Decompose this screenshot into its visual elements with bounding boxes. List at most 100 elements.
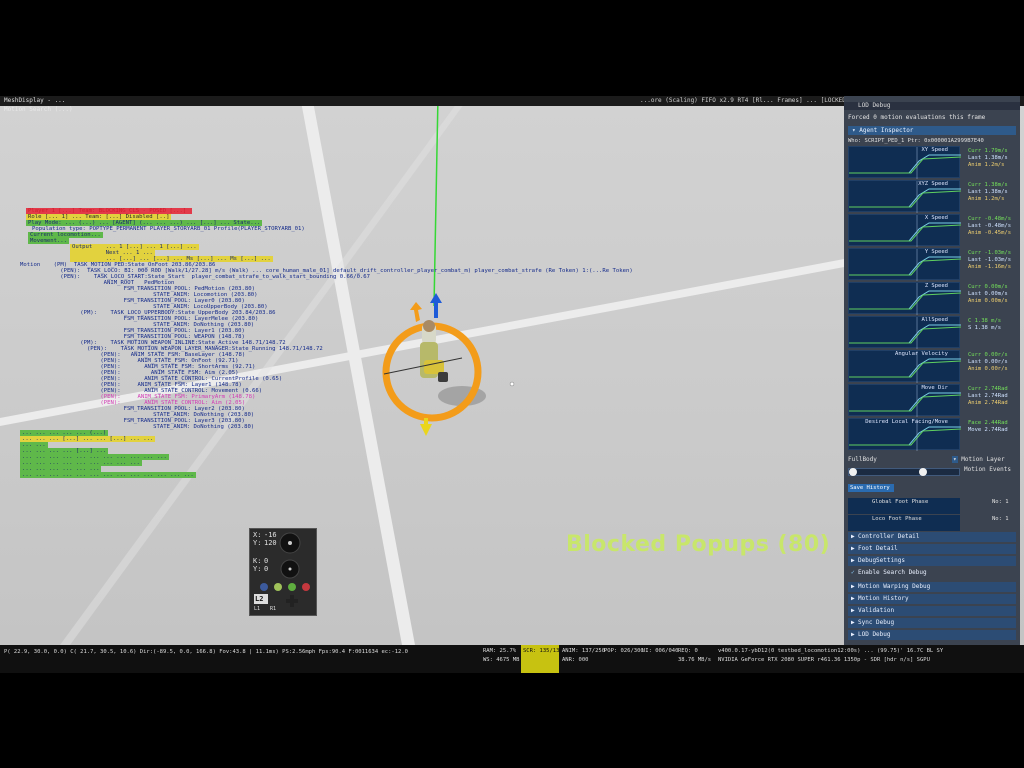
graph-value: Face 2.44Rad (968, 420, 1008, 426)
chevron-right-icon: ▶ (851, 545, 855, 552)
enable-search-debug-checkbox[interactable]: ✓ Enable Search Debug (848, 568, 1016, 578)
graph-label: Desired Local Facing/Move (865, 419, 948, 425)
slider-knob-start[interactable] (849, 468, 857, 476)
graph-value: Last 0.00m/s (968, 291, 1008, 297)
loco-foot-phase-row: Loco Foot Phase No: 1 (848, 515, 1016, 531)
graph-value: Anim -0.45m/s (968, 230, 1012, 236)
motion-layer-select[interactable]: ▾ Motion Layer (952, 456, 1005, 463)
lod-debug-panel: LOD Debug Forced 0 motion evaluations th… (844, 96, 1020, 645)
status-mbs: 38.76 MB/s (678, 657, 712, 663)
graph-value: Anim -1.16m/s (968, 264, 1012, 270)
global-foot-phase-row: Global Foot Phase No: 1 (848, 498, 1016, 514)
menu-motion-warping-debug[interactable]: ▶ Motion Warping Debug (848, 582, 1016, 592)
graph-value: Anim 0.00r/s (968, 366, 1008, 372)
graph-value: Curr -0.48m/s (968, 216, 1012, 222)
chevron-right-icon: ▶ (851, 533, 855, 540)
save-history-button[interactable]: Save History (848, 484, 894, 492)
status-ws: WS: 4675 MB (483, 657, 520, 663)
debug-tab-label[interactable]: Motion Search (...) (4, 106, 73, 114)
status-anr: ANR: 000 (562, 657, 589, 663)
chevron-right-icon: ▶ (851, 607, 855, 614)
chevron-right-icon: ▶ (851, 583, 855, 590)
graph-row: XY Speed Curr 1.79m/s Last 1.38m/s Anim 1.2… (848, 146, 1016, 179)
status-build: v400.0.17-ybD12(0 testbed_locomotion12:0… (718, 648, 944, 654)
forced-evaluations-text: Forced 0 motion evaluations this frame (848, 114, 986, 121)
controller-y2-value: 0 (264, 565, 269, 573)
controller-k-value: 0 (264, 557, 269, 565)
graph-value: Anim 1.2m/s (968, 196, 1005, 202)
debug-line: Movement... (28, 238, 70, 244)
panel-title[interactable]: LOD Debug (844, 102, 1020, 110)
controller-x-label: X: (253, 531, 262, 539)
status-bar: P( 22.9, 30.0, 0.0) C( 21.7, 30.5, 10.6)… (0, 645, 1024, 673)
graph-label: X Speed (924, 215, 948, 221)
graph-value: Curr 1.38m/s (968, 182, 1008, 188)
menu-label: DebugSettings (858, 557, 905, 564)
menu-foot-detail[interactable]: ▶ Foot Detail (848, 544, 1016, 554)
menu-debug-settings[interactable]: ▶ DebugSettings (848, 556, 1016, 566)
menu-label: Motion Warping Debug (858, 583, 931, 590)
status-position: P( 22.9, 30.0, 0.0) C( 21.7, 30.5, 10.6)… (4, 649, 408, 655)
motion-layer-label: Motion Layer (961, 456, 1005, 463)
status-anim: ANIM: 137/250 (562, 648, 606, 654)
menu-lod-debug[interactable]: ▶ LOD Debug (848, 630, 1016, 640)
menu-controller-detail[interactable]: ▶ Controller Detail (848, 532, 1016, 542)
chevron-right-icon: ▶ (851, 595, 855, 602)
controller-y2-label: Y: (253, 565, 262, 573)
graph-row: Move Dir Curr 2.74Rad Last 2.74Rad Anim 2.7… (848, 384, 1016, 417)
motion-range-slider[interactable] (848, 468, 960, 476)
graph-label: Move Dir (921, 385, 949, 391)
letterbox-bottom (0, 673, 1024, 768)
motion-events-label: Motion Events (964, 466, 1011, 473)
loco-foot-phase-label: Loco Foot Phase (872, 516, 922, 522)
menu-motion-history[interactable]: ▶ Motion History (848, 594, 1016, 604)
graph-value: Curr -1.03m/s (968, 250, 1012, 256)
menu-label: LOD Debug (858, 631, 891, 638)
graph-value: Anim 0.00m/s (968, 298, 1008, 304)
graph-value: Last -1.03m/s (968, 257, 1012, 263)
status-pop: POP: 026/300 (604, 648, 644, 654)
menu-label: Validation (858, 607, 895, 614)
controller-r1: R1 (270, 606, 277, 612)
graph-value: Curr 0.00r/s (968, 352, 1008, 358)
menu-label: Motion History (858, 595, 909, 602)
menu-sync-debug[interactable]: ▶ Sync Debug (848, 618, 1016, 628)
agent-who: Who: SCRIPT_PED_1 Ptr: 0x000001A2999B7E4… (848, 138, 984, 144)
global-foot-phase-label: Global Foot Phase (872, 499, 929, 505)
letterbox-top (0, 0, 1024, 96)
controller-l1: L1 (254, 606, 261, 612)
graph-value: S 1.38 m/s (968, 325, 1002, 331)
debug-line: STATE_ANIM: DoNothing (203.80) (106, 424, 255, 430)
graph-value: Curr 2.74Rad (968, 386, 1008, 392)
menu-label: Enable Search Debug (858, 569, 927, 576)
menu-label: Foot Detail (858, 545, 898, 552)
chevron-right-icon: ▶ (851, 619, 855, 626)
full-body-label: FullBody (848, 456, 877, 463)
graph-value: Anim 2.74Rad (968, 400, 1008, 406)
status-ui: UI: 006/040 (642, 648, 679, 654)
controller-y-value: 120 (264, 539, 277, 547)
debug-line: ... ... ... ... ... ... ... ... ... ... … (20, 472, 196, 478)
controller-x-value: -16 (264, 531, 277, 539)
graph-value: Last 1.38m/s (968, 189, 1008, 195)
graph-value: Curr 1.79m/s (968, 148, 1008, 154)
controller-k-label: K: (253, 557, 262, 565)
graph-value: Last 2.74Rad (968, 393, 1008, 399)
graph-value: C 1.38 m/s (968, 318, 1002, 324)
status-gpu: NVIDIA GeForce RTX 2080 SUPER r461.36 13… (718, 657, 930, 663)
graph-row: AllSpeed C 1.38 m/s S 1.38 m/s (848, 316, 1016, 349)
global-foot-phase-value: No: 1 (992, 499, 1009, 505)
graph-label: XYZ Speed (918, 181, 948, 187)
agent-inspector-header[interactable]: ▾ Agent Inspector (848, 126, 1016, 135)
graph-value: Last 1.38m/s (968, 155, 1008, 161)
graph-row: Z Speed Curr 0.00m/s Last 0.00m/s Anim 0.00… (848, 282, 1016, 315)
graph-row: XYZ Speed Curr 1.38m/s Last 1.38m/s Anim 1.… (848, 180, 1016, 213)
menu-validation[interactable]: ▶ Validation (848, 606, 1016, 616)
window-title: MeshDisplay - ... (4, 97, 66, 104)
controller-input-widget: X: -16 Y: 120 K: 0 Y: 0 L2 L1 R1 (249, 528, 317, 616)
graph-row: X Speed Curr -0.48m/s Last -0.48m/s Anim -0… (848, 214, 1016, 247)
debug-text-overlay: Player 1 [...] Team: BLOCKING_CLS - POSE… (20, 208, 633, 488)
slider-knob-end[interactable] (919, 468, 927, 476)
graph-label: Angular Velocity (895, 351, 948, 357)
loco-foot-phase-value: No: 1 (992, 516, 1009, 522)
